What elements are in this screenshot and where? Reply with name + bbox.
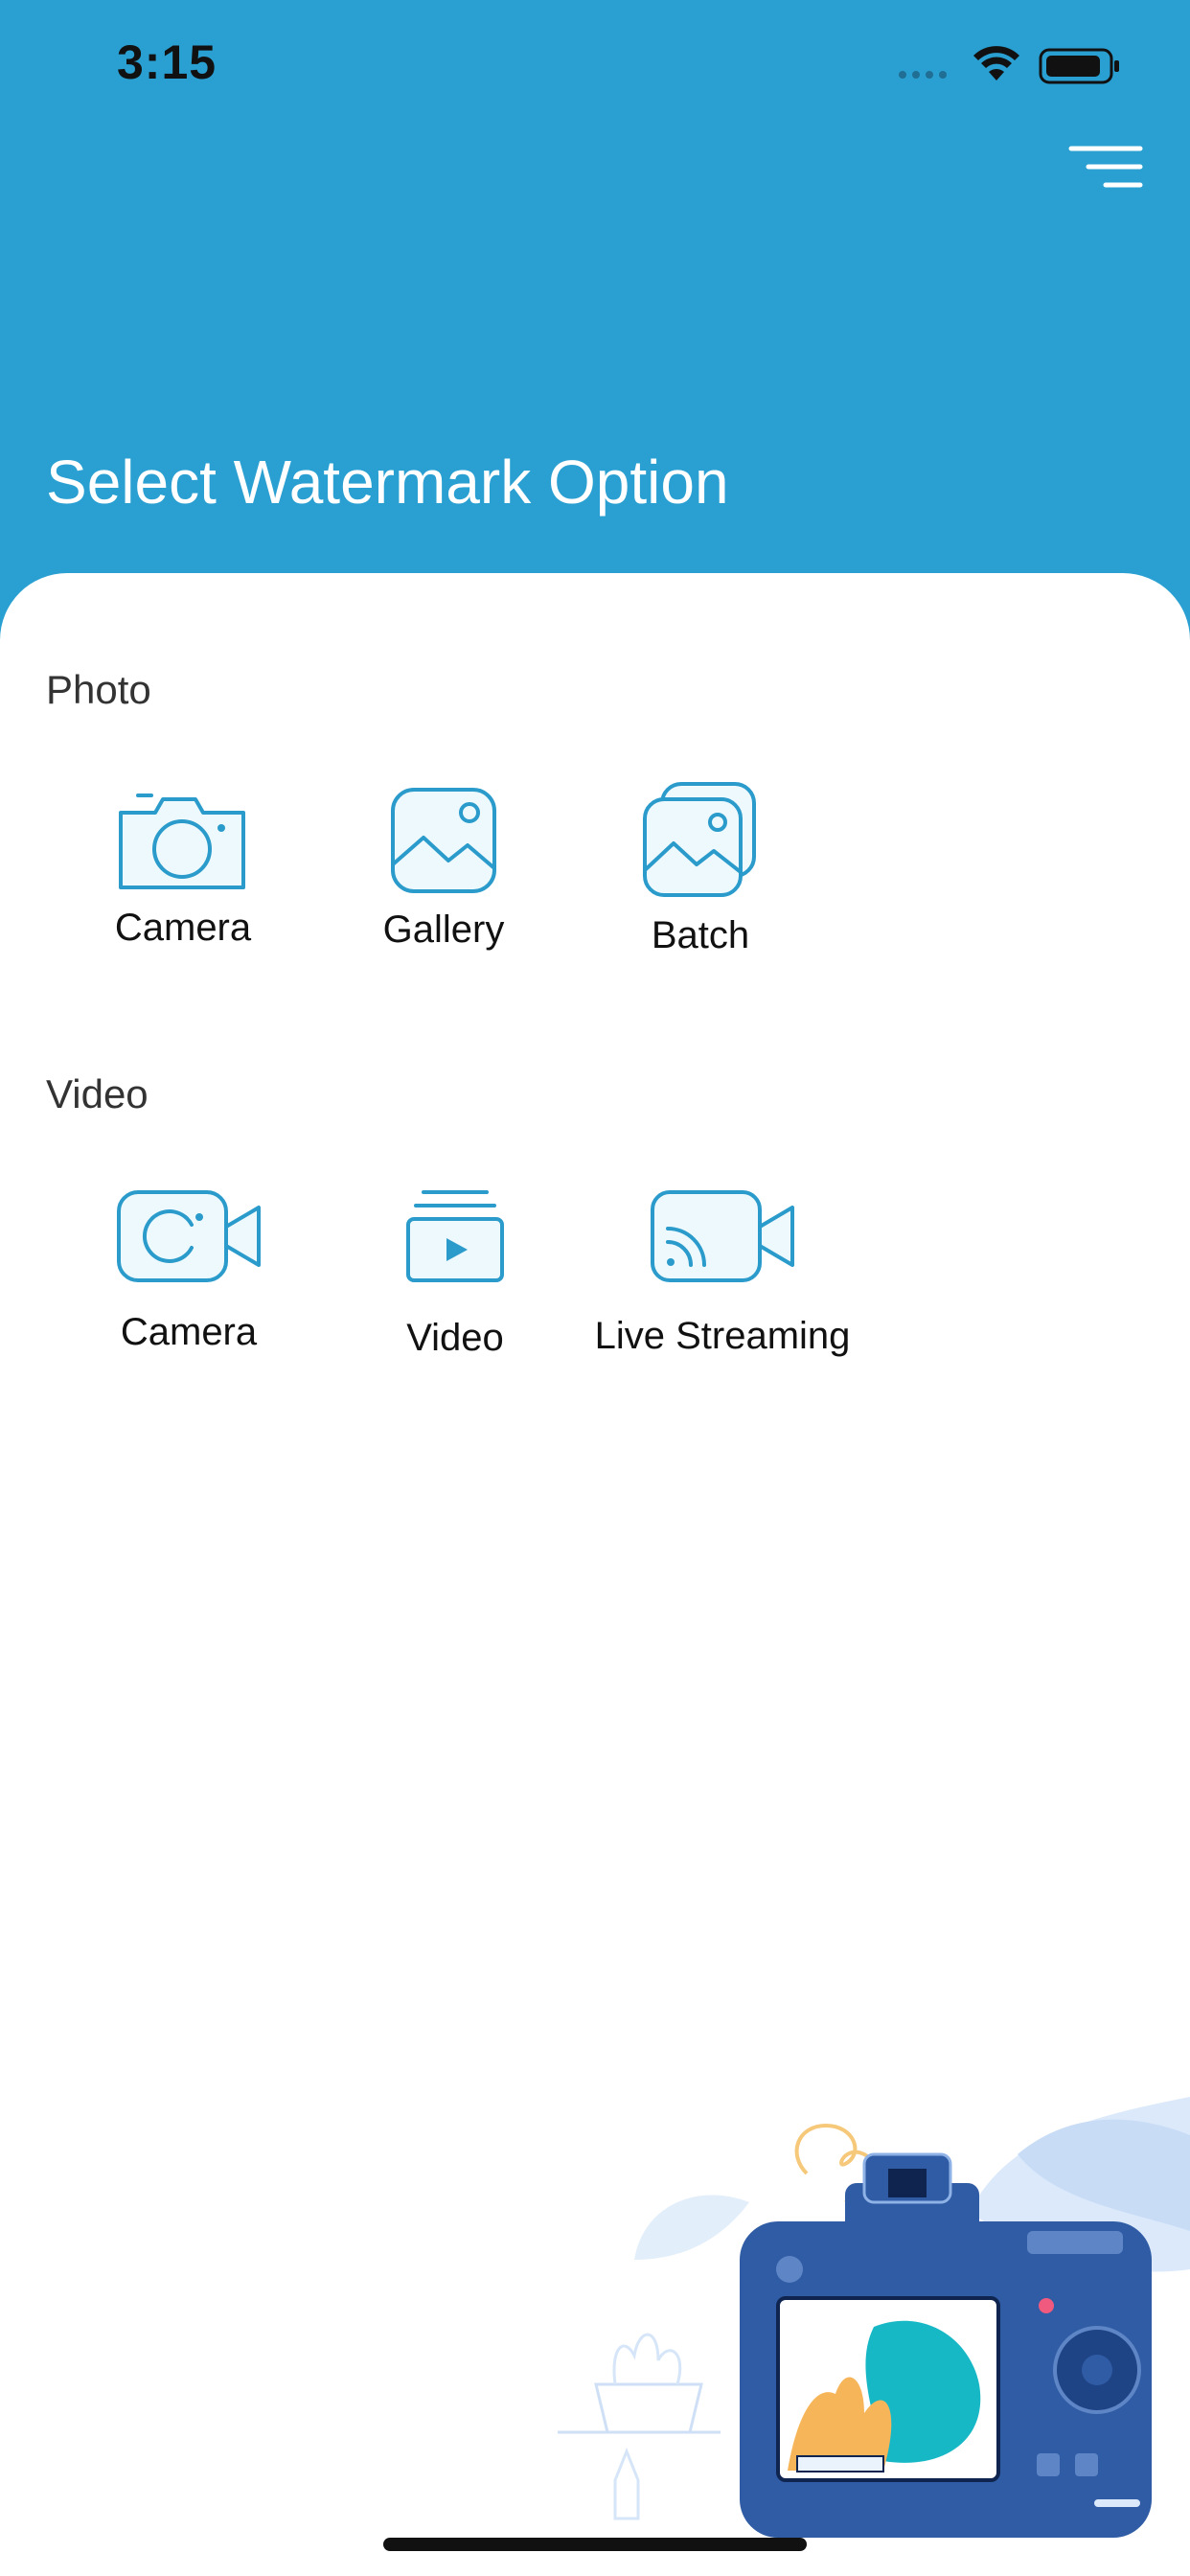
section-label-photo: Photo — [46, 667, 151, 712]
status-bar: 3:15 — [0, 0, 1190, 134]
photo-camera-option[interactable]: Camera — [103, 784, 263, 950]
battery-icon — [1039, 48, 1119, 84]
video-camera-label: Camera — [120, 1311, 258, 1353]
live-streaming-label: Live Streaming — [594, 1315, 851, 1357]
live-streaming-icon — [651, 1190, 794, 1282]
camera-illustration — [558, 2097, 1190, 2538]
gallery-option[interactable]: Gallery — [364, 784, 523, 952]
photo-camera-label: Camera — [114, 907, 252, 949]
status-icons — [899, 46, 1119, 84]
video-camera-option[interactable]: Camera — [107, 1186, 270, 1354]
photo-camera-icon — [119, 794, 245, 889]
video-label: Video — [406, 1317, 504, 1359]
batch-icon — [643, 782, 756, 897]
live-streaming-option[interactable]: Live Streaming — [579, 1186, 866, 1358]
options-card: Photo Camera Gallery Batch Video Camera … — [0, 573, 1190, 2576]
gallery-label: Gallery — [382, 908, 505, 951]
menu-button[interactable] — [1067, 144, 1144, 197]
status-time: 3:15 — [117, 35, 217, 89]
home-indicator — [383, 2538, 807, 2551]
page-title: Select Watermark Option — [46, 448, 729, 517]
video-option[interactable]: Video — [376, 1186, 535, 1360]
cellular-icon — [899, 71, 947, 79]
batch-label: Batch — [651, 914, 750, 956]
wifi-icon — [973, 46, 1019, 80]
menu-icon — [1068, 146, 1143, 188]
gallery-icon — [391, 788, 496, 893]
section-label-video: Video — [46, 1071, 149, 1116]
video-icon — [406, 1190, 504, 1282]
video-camera-icon — [117, 1190, 261, 1282]
batch-option[interactable]: Batch — [621, 778, 780, 957]
